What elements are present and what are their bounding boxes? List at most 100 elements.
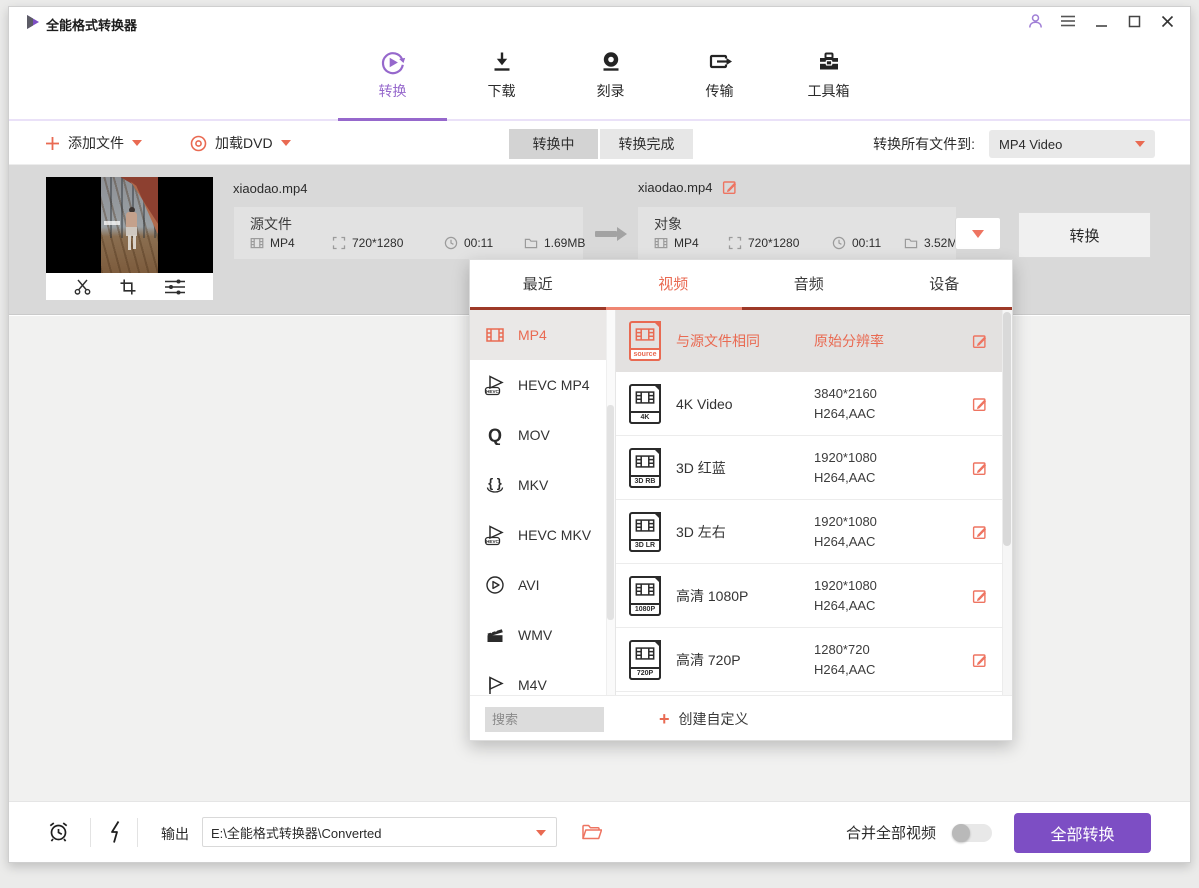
panel-tab-recent[interactable]: 最近	[470, 260, 606, 307]
nav-tab-transfer[interactable]: 传输	[665, 37, 774, 119]
preset-row-hd-1080p[interactable]: 1080P 高清 1080P 1920*1080H264,AAC	[616, 564, 1012, 628]
tab-converting[interactable]: 转换中	[509, 129, 598, 159]
svg-text:HEVC: HEVC	[486, 389, 499, 394]
download-icon	[447, 47, 556, 77]
resize-icon	[332, 236, 346, 250]
toggle-knob	[952, 824, 970, 842]
clapperboard-icon	[484, 625, 506, 645]
burn-icon	[556, 47, 665, 77]
disc-icon	[190, 135, 207, 152]
format-item-wmv[interactable]: WMV	[470, 610, 615, 660]
preset-list-scrollbar[interactable]	[1002, 310, 1012, 695]
plus-icon: +	[659, 712, 670, 726]
source-format: MP4	[250, 236, 332, 250]
3d-lr-preset-icon: 3D LR	[629, 512, 661, 552]
preset-row-hd-720p[interactable]: 720P 高清 720P 1280*720H264,AAC	[616, 628, 1012, 692]
output-path-select[interactable]	[202, 817, 557, 847]
flag-play-icon	[484, 675, 506, 695]
divider	[137, 818, 138, 847]
arrow-right-icon	[595, 227, 629, 241]
account-icon[interactable]	[1026, 12, 1044, 30]
preset-row-4k[interactable]: 4K 4K Video 3840*2160H264,AAC	[616, 372, 1012, 436]
clock-icon	[444, 236, 458, 250]
format-list: MP4 HEVC HEVC MP4 Q MOV { } MKV HEVC HEV…	[470, 310, 616, 695]
app-window: 全能格式转换器 转换 下载	[8, 6, 1191, 863]
edit-preset-icon[interactable]	[972, 652, 988, 668]
format-item-avi[interactable]: AVI	[470, 560, 615, 610]
format-list-scrollbar[interactable]	[606, 310, 615, 695]
panel-tab-video[interactable]: 视频	[606, 260, 742, 307]
nav-tab-convert[interactable]: 转换	[338, 37, 447, 119]
open-folder-icon[interactable]	[581, 823, 602, 841]
app-logo-icon	[25, 14, 41, 30]
edit-preset-icon[interactable]	[972, 460, 988, 476]
preset-row-source[interactable]: source 与源文件相同 原始分辨率	[616, 310, 1012, 372]
nav-tab-burn[interactable]: 刻录	[556, 37, 665, 119]
trim-icon[interactable]	[73, 277, 92, 296]
edit-preset-icon[interactable]	[972, 396, 988, 412]
convert-all-button[interactable]: 全部转换	[1014, 813, 1151, 853]
edit-preset-icon[interactable]	[972, 333, 988, 349]
output-label: 输出	[161, 824, 189, 844]
clock-icon	[832, 236, 846, 250]
format-item-hevc-mkv[interactable]: HEVC HEVC MKV	[470, 510, 615, 560]
source-info-box: 源文件 MP4 720*1280 00:11 1.69MB	[234, 207, 583, 259]
crop-icon[interactable]	[119, 278, 137, 296]
film-icon	[250, 236, 264, 250]
circle-play-icon	[484, 575, 506, 595]
chevron-down-icon	[132, 140, 142, 146]
720p-preset-icon: 720P	[629, 640, 661, 680]
load-dvd-button[interactable]: 加载DVD	[190, 133, 291, 153]
source-duration: 00:11	[444, 236, 524, 250]
preset-row-3d-lr[interactable]: 3D LR 3D 左右 1920*1080H264,AAC	[616, 500, 1012, 564]
format-item-m4v[interactable]: M4V	[470, 660, 615, 695]
target-info-box: 对象 MP4 720*1280 00:11 3.52MB	[638, 207, 956, 259]
menu-icon[interactable]	[1059, 12, 1077, 30]
preset-row-3d-rb[interactable]: 3D RB 3D 红蓝 1920*1080H264,AAC	[616, 436, 1012, 500]
schedule-icon[interactable]	[46, 820, 71, 845]
merge-videos-label: 合并全部视频	[846, 822, 936, 843]
video-thumbnail	[46, 177, 213, 300]
source-resolution: 720*1280	[332, 236, 444, 250]
output-path-value[interactable]	[203, 818, 556, 846]
nav-tab-download[interactable]: 下载	[447, 37, 556, 119]
format-dropdown-button[interactable]	[955, 217, 1001, 250]
braces-icon: { }	[484, 474, 506, 496]
minimize-icon[interactable]	[1092, 12, 1110, 30]
format-picker-panel: 最近 视频 音频 设备 MP4 HEVC HEVC MP4 Q MOV	[469, 259, 1013, 741]
rename-edit-icon[interactable]	[722, 179, 738, 195]
convert-button[interactable]: 转换	[1018, 212, 1151, 258]
edit-preset-icon[interactable]	[972, 524, 988, 540]
app-title: 全能格式转换器	[46, 15, 137, 34]
target-title: 对象	[654, 214, 682, 234]
format-item-mkv[interactable]: { } MKV	[470, 460, 615, 510]
folder-icon	[904, 236, 918, 250]
source-preset-icon: source	[629, 321, 661, 361]
merge-videos-toggle[interactable]	[952, 824, 992, 842]
hevc-play-icon: HEVC	[484, 524, 506, 546]
film-icon	[654, 236, 668, 250]
divider	[90, 818, 91, 847]
panel-tab-device[interactable]: 设备	[877, 260, 1013, 307]
hardware-accel-icon[interactable]	[107, 820, 125, 844]
toolbox-icon	[774, 47, 883, 77]
transfer-icon	[665, 47, 774, 77]
close-icon[interactable]	[1158, 12, 1176, 30]
convert-all-to-label: 转换所有文件到:	[873, 134, 975, 154]
svg-text:{ }: { }	[488, 476, 502, 491]
format-item-mov[interactable]: Q MOV	[470, 410, 615, 460]
add-files-button[interactable]: 添加文件	[45, 133, 142, 153]
search-input[interactable]	[485, 707, 604, 732]
tab-converted[interactable]: 转换完成	[600, 129, 693, 159]
nav-tab-toolbox[interactable]: 工具箱	[774, 37, 883, 119]
format-item-hevc-mp4[interactable]: HEVC HEVC MP4	[470, 360, 615, 410]
target-format-select[interactable]: MP4 Video	[989, 130, 1155, 158]
effects-icon[interactable]	[164, 278, 186, 296]
panel-tab-audio[interactable]: 音频	[741, 260, 877, 307]
edit-preset-icon[interactable]	[972, 588, 988, 604]
maximize-icon[interactable]	[1125, 12, 1143, 30]
target-duration: 00:11	[832, 236, 904, 250]
format-item-mp4[interactable]: MP4	[470, 310, 615, 360]
create-custom-button[interactable]: + 创建自定义	[659, 709, 749, 729]
1080p-preset-icon: 1080P	[629, 576, 661, 616]
